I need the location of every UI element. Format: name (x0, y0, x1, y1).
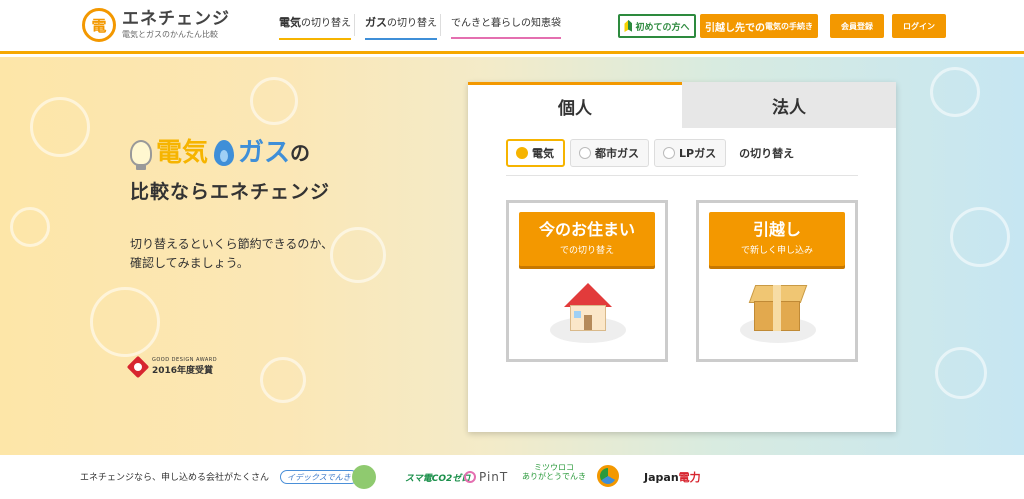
good-design-award: GOOD DESIGN AWARD 2016年度受賞 (126, 355, 217, 378)
radio-label: LPガス (679, 147, 717, 160)
card-title: 今のお住まい (538, 220, 635, 239)
nav-gas-label: ガスの切り替え (365, 16, 437, 29)
radio-city-gas[interactable]: 都市ガス (570, 139, 649, 167)
partner-logo-circle (597, 465, 619, 487)
card-subtitle: で新しく申し込み (740, 246, 813, 256)
card-title: 引越し (752, 220, 801, 239)
card-moving[interactable]: 引越し で新しく申し込み (696, 200, 858, 362)
nav-knowledge-label: でんきと暮らしの知恵袋 (451, 18, 561, 29)
description-line1: 切り替えるといくら節約できるのか、 (130, 237, 334, 251)
site-logo[interactable]: 電 エネチェンジ 電気とガスのかんたん比較 (82, 8, 230, 42)
light-bulb-icon (130, 140, 152, 170)
catchcopy-gas: ガス (238, 138, 291, 168)
logo-title: エネチェンジ (122, 9, 230, 29)
award-text: GOOD DESIGN AWARD 2016年度受賞 (152, 357, 217, 376)
nav-electricity-label: 電気の切り替え (279, 16, 351, 29)
gas-flame-icon (214, 140, 235, 166)
background-flame-shape (10, 207, 50, 247)
nav-divider (440, 14, 441, 36)
partner-logo-sumaden: スマ電CO2ゼロ (405, 473, 471, 484)
hero-section: 電気 ガス の 比較ならエネチェンジ 切り替えるといくら節約できるのか、 確認し… (0, 57, 1024, 455)
partner-logos-bar: エネチェンジなら、申し込める会社がたくさん イデックスでんき スマ電CO2ゼロ … (0, 455, 1024, 499)
radio-dot-icon (663, 147, 675, 159)
current-home-button[interactable]: 今のお住まい での切り替え (519, 212, 655, 266)
pint-flower-icon (464, 471, 476, 483)
partner-logo-pint: PinT (464, 467, 508, 487)
moving-procedure-button[interactable]: 引越し先での 電気の手続き (700, 14, 818, 38)
catchcopy-line2: 比較ならエネチェンジ (130, 181, 331, 203)
good-design-mark-icon (126, 355, 150, 378)
energy-selector-suffix: の切り替え (739, 147, 795, 160)
panel-divider (506, 175, 858, 176)
award-year: 2016年度受賞 (152, 366, 214, 376)
background-bulb-shape (30, 97, 90, 157)
radio-label: 都市ガス (595, 147, 639, 160)
card-current-home[interactable]: 今のお住まい での切り替え (506, 200, 668, 362)
comparison-panel: 個人 法人 電気 都市ガス LPガス の切り替え 今のお住まい での切り替え 引… (468, 82, 896, 432)
radio-electricity[interactable]: 電気 (506, 139, 565, 167)
logo-mark-icon: 電 (82, 8, 116, 42)
energy-type-selector: 電気 都市ガス LPガス の切り替え (506, 139, 794, 167)
tab-individual[interactable]: 個人 (468, 82, 682, 128)
box-icon (740, 283, 816, 343)
hero-description: 切り替えるといくら節約できるのか、 確認してみましょう。 (130, 235, 333, 273)
moving-label: 引越し先での (705, 22, 765, 34)
nav-underline (451, 37, 561, 39)
house-icon (550, 283, 626, 343)
signup-button[interactable]: 会員登録 (830, 14, 884, 38)
description-line2: 確認してみましょう。 (130, 256, 249, 270)
background-bulb-shape (930, 67, 980, 117)
moving-button[interactable]: 引越し で新しく申し込み (709, 212, 845, 266)
nav-divider (354, 14, 355, 36)
background-bulb-shape (260, 357, 306, 403)
background-flame-shape (330, 227, 386, 283)
card-subtitle: での切り替え (559, 246, 614, 256)
background-bulb-shape (90, 287, 160, 357)
radio-label: 電気 (532, 147, 554, 160)
partner-logo-idex: イデックスでんき (280, 470, 358, 484)
nav-underline (279, 38, 351, 40)
logo-text: エネチェンジ 電気とガスのかんたん比較 (122, 9, 230, 41)
customer-type-tabs: 個人 法人 (468, 82, 896, 128)
catchcopy-particle: の (290, 141, 311, 165)
background-bulb-shape (250, 77, 298, 125)
nav-gas[interactable]: ガスの切り替え (365, 14, 437, 40)
partner-logo-arigato: ミツウロコ ありがとうでんき (522, 463, 586, 481)
beginner-label: 初めての方へ (635, 22, 690, 33)
partners-label: エネチェンジなら、申し込める会社がたくさん (80, 473, 270, 483)
nav-knowledge[interactable]: でんきと暮らしの知恵袋 (451, 14, 561, 39)
background-flame-shape (950, 207, 1010, 267)
radio-dot-icon (579, 147, 591, 159)
beginner-leaf-icon (624, 20, 633, 32)
catchcopy-electricity: 電気 (156, 138, 209, 168)
nav-electricity[interactable]: 電気の切り替え (279, 14, 351, 40)
moving-label-small: 電気の手続き (765, 21, 813, 31)
beginner-button[interactable]: 初めての方へ (618, 14, 696, 38)
radio-dot-icon (516, 147, 528, 159)
login-button[interactable]: ログイン (892, 14, 946, 38)
radio-lp-gas[interactable]: LPガス (654, 139, 727, 167)
catchcopy-line1: 電気 ガス の (130, 137, 330, 170)
background-bulb-shape (935, 347, 987, 399)
site-header: 電 エネチェンジ 電気とガスのかんたん比較 電気の切り替え ガスの切り替え でん… (0, 0, 1024, 54)
nav-underline (365, 38, 437, 40)
partner-logo-character (352, 465, 376, 489)
logo-subtitle: 電気とガスのかんたん比較 (122, 30, 218, 39)
hero-catchcopy: 電気 ガス の 比較ならエネチェンジ (130, 137, 330, 204)
tab-corporate[interactable]: 法人 (682, 82, 896, 128)
partner-logo-japan-denryoku: Japan 電力 (644, 470, 701, 485)
